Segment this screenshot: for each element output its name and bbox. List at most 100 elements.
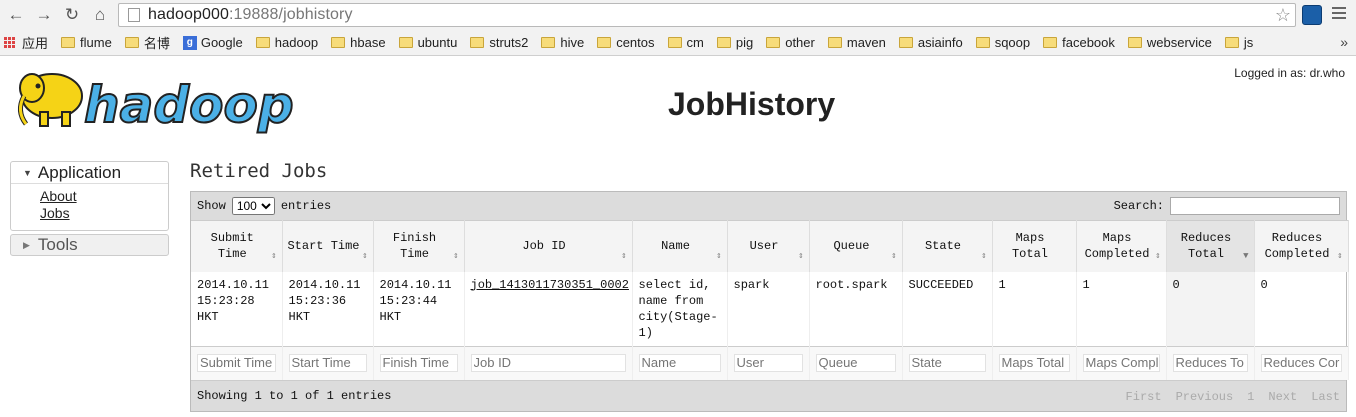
reload-icon[interactable]: ↻ [60, 3, 84, 27]
extension-icon[interactable] [1302, 5, 1322, 25]
bookmark-label: hive [560, 35, 585, 50]
pager-previous[interactable]: Previous [1176, 390, 1234, 404]
folder-icon [398, 37, 413, 48]
table-cell: select id, name from city(Stage-1) [632, 271, 728, 346]
show-label: Show [197, 199, 226, 213]
showing-info: Showing 1 to 1 of 1 entries [197, 389, 392, 403]
filter-cell [1076, 345, 1167, 380]
bookmark-item[interactable]: centos [597, 35, 655, 50]
bookmark-item[interactable]: webservice [1127, 35, 1212, 50]
bookmark-item[interactable]: js [1224, 35, 1253, 50]
column-filter-input[interactable] [1260, 353, 1342, 372]
entries-select[interactable]: 100 [231, 197, 275, 215]
column-header[interactable]: User ⇕ [727, 220, 810, 272]
pager-first[interactable]: First [1126, 390, 1162, 404]
column-header[interactable]: Start Time ⇕ [282, 220, 374, 272]
filter-row [191, 345, 1349, 380]
table-cell: 0 [1166, 271, 1255, 346]
bookmark-item[interactable]: ubuntu [398, 35, 458, 50]
column-header-label: Start Time [287, 239, 360, 254]
bookmark-label: hadoop [274, 35, 319, 50]
bookmark-item[interactable]: 名博 [124, 33, 170, 52]
google-icon: g [182, 35, 197, 50]
bookmark-label: ubuntu [417, 35, 458, 50]
nav-link-jobs[interactable]: Jobs [40, 205, 168, 222]
bookmark-label: cm [686, 35, 704, 50]
bookmark-item[interactable]: hadoop [255, 35, 319, 50]
column-filter-input[interactable] [1172, 353, 1248, 372]
bookmark-label: maven [846, 35, 886, 50]
table-cell: spark [727, 271, 810, 346]
bookmark-item[interactable]: pig [716, 35, 753, 50]
sort-icon: ⇕ [453, 250, 459, 261]
pager-last[interactable]: Last [1311, 390, 1340, 404]
column-filter-input[interactable] [638, 353, 721, 372]
column-header[interactable]: Finish Time ⇕ [373, 220, 465, 272]
tools-nav[interactable]: ▶ Tools [10, 234, 169, 256]
bookmark-label: asiainfo [917, 35, 963, 50]
search-input[interactable] [1170, 197, 1340, 215]
column-header[interactable]: Name ⇕ [632, 220, 728, 272]
pager-1[interactable]: 1 [1247, 390, 1254, 404]
application-nav: ▼ Application About Jobs [10, 161, 169, 231]
folder-icon [827, 37, 842, 48]
column-header[interactable]: Queue ⇕ [809, 220, 903, 272]
folder-icon [331, 37, 346, 48]
folder-icon [716, 37, 731, 48]
folder-icon [61, 37, 76, 48]
url-host: hadoop000 [148, 6, 229, 23]
column-header[interactable]: Maps Completed ⇕ [1076, 220, 1167, 272]
column-filter-input[interactable] [1082, 353, 1160, 372]
column-header[interactable]: State ⇕ [902, 220, 993, 272]
sort-desc-icon: ▼ [1243, 250, 1249, 261]
tools-label: Tools [37, 235, 78, 254]
bookmark-item[interactable]: facebook [1043, 35, 1115, 50]
column-header[interactable]: Reduces Total ▼ [1166, 220, 1255, 272]
column-filter-input[interactable] [197, 353, 276, 372]
column-header-label: State [924, 239, 961, 254]
sort-icon: ⇕ [362, 250, 368, 261]
filter-cell [632, 345, 728, 380]
pager-next[interactable]: Next [1268, 390, 1297, 404]
sort-icon: ⇕ [621, 250, 627, 261]
job-id-link[interactable]: job_1413011730351_0002 [471, 278, 629, 292]
column-header[interactable]: Reduces Completed ⇕ [1254, 220, 1349, 272]
bookmark-item[interactable]: hive [541, 35, 584, 50]
address-bar[interactable]: hadoop000:19888/jobhistory ☆ [118, 3, 1296, 27]
column-filter-input[interactable] [815, 353, 896, 372]
table-cell: 0 [1254, 271, 1349, 346]
triangle-right-icon: ▶ [23, 239, 30, 250]
application-header[interactable]: ▼ Application [11, 162, 168, 184]
column-filter-input[interactable] [998, 353, 1070, 372]
folder-icon [541, 37, 556, 48]
back-icon[interactable]: ← [4, 3, 28, 27]
column-header[interactable]: Maps Total [992, 220, 1077, 272]
bookmark-item[interactable]: flume [61, 35, 112, 50]
column-filter-input[interactable] [470, 353, 626, 372]
bookmarks-more-icon[interactable]: » [1340, 34, 1348, 50]
filter-cell [1254, 345, 1349, 380]
bookmark-item[interactable]: 应用 [0, 33, 48, 52]
column-header[interactable]: Submit Time ⇕ [191, 220, 283, 272]
bookmark-item[interactable]: struts2 [470, 35, 528, 50]
column-filter-input[interactable] [733, 353, 803, 372]
bookmark-item[interactable]: cm [667, 35, 704, 50]
filter-cell [809, 345, 903, 380]
bookmark-item[interactable]: sqoop [975, 35, 1030, 50]
bookmark-item[interactable]: other [766, 35, 815, 50]
column-filter-input[interactable] [379, 353, 458, 372]
bookmark-item[interactable]: maven [827, 35, 886, 50]
bookmark-item[interactable]: asiainfo [898, 35, 963, 50]
column-header[interactable]: Job ID ⇕ [464, 220, 633, 272]
forward-icon[interactable]: → [32, 3, 56, 27]
column-filter-input[interactable] [288, 353, 367, 372]
column-filter-input[interactable] [908, 353, 986, 372]
nav-link-about[interactable]: About [40, 188, 168, 205]
bookmark-item[interactable]: g Google [182, 35, 243, 50]
home-icon[interactable]: ⌂ [88, 3, 112, 27]
search-box: Search: [1114, 197, 1340, 215]
bookmark-item[interactable]: hbase [331, 35, 386, 50]
table-cell: root.spark [809, 271, 903, 346]
menu-icon[interactable] [1332, 7, 1346, 22]
bookmark-star-icon[interactable]: ☆ [1275, 5, 1291, 26]
